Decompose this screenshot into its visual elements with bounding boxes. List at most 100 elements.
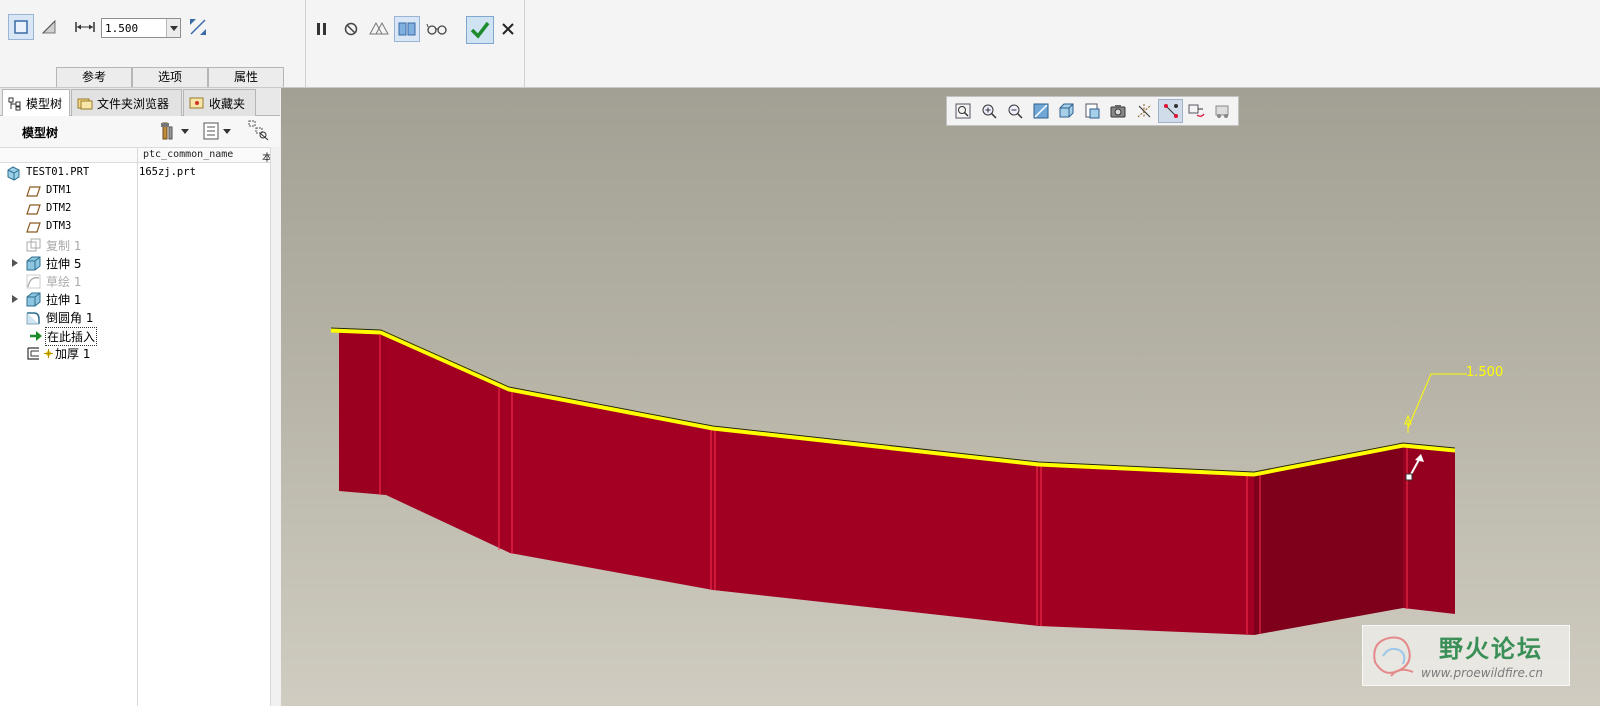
datum-plane-icon [26,204,41,215]
model-face [1403,446,1455,614]
tab-references[interactable]: 参考 [56,67,132,87]
refit-icon[interactable] [950,99,975,123]
model-tree-icon [8,97,21,110]
thickened-part-model [330,327,1467,635]
model-face [386,334,510,553]
tree-row-label: 拉伸 1 [46,293,82,307]
tree-row-thicken[interactable]: 加厚 1 [0,345,268,362]
insert-here-arrow-icon [30,331,42,341]
dashboard-separator [305,0,306,88]
chevron-down-icon[interactable] [166,19,180,37]
new-feature-star-icon [44,349,53,358]
model-face [1254,446,1403,635]
tree-row-value: 165zj.prt [139,166,196,178]
thicken-dashboard: 参考 选项 属性 [0,0,1600,88]
verify-preview-icon[interactable] [394,16,420,42]
separate-preview-icon[interactable] [366,16,392,42]
tab-folder-browser-label: 文件夹浏览器 [97,96,170,111]
view-toolbar [946,96,1239,126]
tree-row-label: 加厚 1 [55,347,91,361]
annotation-display-icon[interactable] [1158,99,1183,123]
cancel-close-icon[interactable] [495,16,521,42]
expand-arrow-icon[interactable] [12,259,18,267]
csys-display-icon[interactable] [1210,99,1235,123]
tree-row-label: DTM1 [46,184,72,196]
model-face [339,332,386,495]
thickness-dimension-label[interactable]: 1.500 [1466,365,1503,380]
model-face [1039,466,1254,635]
tree-column-header: ptc_common_name 本 [0,147,280,164]
round-icon [26,312,40,325]
model-tree-header: 模型树 [0,116,280,147]
display-style-icon[interactable] [1054,99,1079,123]
tab-favorites-label: 收藏夹 [209,96,246,111]
model-tree-title: 模型树 [22,126,59,140]
tree-row-extrude-1[interactable]: 拉伸 1 [0,291,268,308]
watermark-logo-icon [1373,636,1414,677]
watermark-url: www.proewildfire.cn [1421,666,1543,680]
tree-row-label: 拉伸 5 [46,257,82,271]
tree-row-label: 在此插入 [45,327,98,346]
copy-feature-icon [26,238,41,252]
solid-thicken-icon[interactable] [8,14,34,40]
tree-row-root-part[interactable]: TEST01.PRT 165zj.prt [0,165,268,182]
navigator-panel: 模型树 文件夹浏览器 收藏夹 模型树 ptc_common_name 本 TES… [0,88,280,706]
tab-favorites[interactable]: 收藏夹 [183,89,256,116]
zoom-out-icon[interactable] [1002,99,1027,123]
tree-row-dtm3[interactable]: DTM3 [0,219,268,236]
tree-row-sketch[interactable]: 草绘 1 [0,273,268,290]
expand-arrow-icon[interactable] [12,295,18,303]
extrude-icon [26,292,41,307]
tree-row-dtm1[interactable]: DTM1 [0,183,268,200]
datum-plane-icon [26,186,41,197]
thicken-icon [27,347,39,360]
favorites-icon [189,97,204,109]
tab-properties[interactable]: 属性 [208,67,284,87]
glasses-preview-icon[interactable] [424,16,450,42]
confirm-checkmark-icon[interactable] [466,16,494,44]
tree-settings-button[interactable] [160,120,194,142]
spin-center-icon[interactable] [1184,99,1209,123]
part-icon [7,166,20,181]
zoom-in-icon[interactable] [976,99,1001,123]
tree-scrollbar[interactable] [270,147,280,706]
tree-row-round[interactable]: 倒圆角 1 [0,309,268,326]
tree-show-button[interactable] [203,120,237,142]
tree-row-insert-here[interactable]: 在此插入 [0,327,268,346]
sketch-icon [26,274,41,289]
saved-views-icon[interactable] [1080,99,1105,123]
datum-plane-icon [26,222,41,233]
datum-display-icon[interactable] [1132,99,1157,123]
tree-row-label: DTM3 [46,220,72,232]
tree-row-label: TEST01.PRT [26,166,90,178]
no-preview-icon[interactable] [338,16,364,42]
column-ptc-common-name[interactable]: ptc_common_name [143,149,233,160]
tree-row-label: DTM2 [46,202,72,214]
thickness-drag-handle [1405,473,1413,481]
tree-row-label: 复制 1 [46,239,82,253]
graphics-window[interactable]: 1.500 野火论坛 www.proewildfire.cn [281,88,1600,706]
repaint-icon[interactable] [1028,99,1053,123]
dashboard-separator [524,0,525,88]
thickness-dimension-icon [72,14,98,40]
hammer-settings-icon [161,122,173,140]
view-manager-icon[interactable] [1106,99,1131,123]
tree-row-extrude-5[interactable]: 拉伸 5 [0,255,268,272]
thickness-value-field[interactable] [102,19,166,37]
extrude-icon [26,256,41,271]
folder-browser-icon [77,98,93,110]
flip-direction-icon[interactable] [185,14,211,40]
tab-options[interactable]: 选项 [132,67,208,87]
pause-icon[interactable] [309,16,335,42]
forum-watermark: 野火论坛 www.proewildfire.cn [1362,625,1570,686]
dimension-leader [1407,373,1467,429]
thickness-input[interactable] [101,18,181,38]
tab-folder-browser[interactable]: 文件夹浏览器 [71,89,182,116]
tree-row-dtm2[interactable]: DTM2 [0,201,268,218]
tree-row-copy[interactable]: 复制 1 [0,237,268,254]
tab-model-tree[interactable]: 模型树 [2,89,70,117]
tree-filters-button[interactable] [248,120,270,142]
remove-material-icon[interactable] [36,14,62,40]
tab-model-tree-label: 模型树 [26,97,63,111]
watermark-title: 野火论坛 [1439,635,1543,663]
